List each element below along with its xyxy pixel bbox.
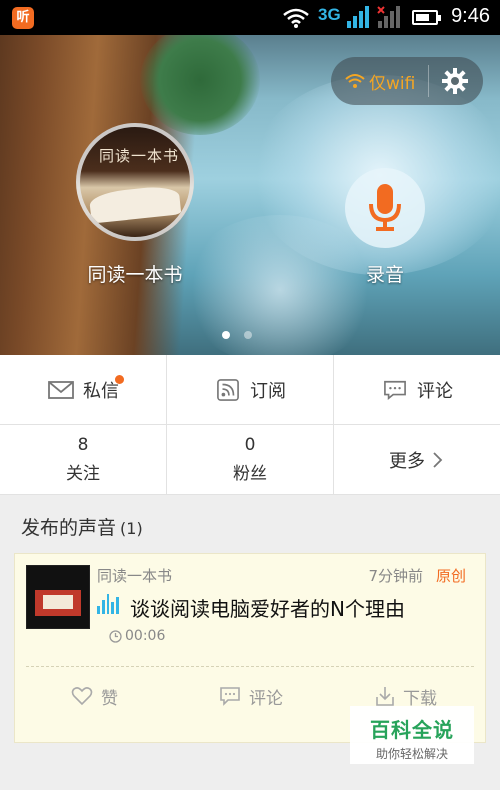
wifi-only-label: 仅wifi [369, 73, 416, 94]
section-count: (1) [120, 519, 143, 538]
watermark: 百科全说 助你轻松解决 [350, 706, 474, 764]
messages-label: 私信 [83, 380, 119, 402]
post-author[interactable]: 同读一本书 [97, 565, 172, 586]
unread-dot [115, 375, 124, 384]
avatar-image-text: 同读一本书 [98, 147, 179, 165]
page-dot [244, 331, 252, 339]
listen-app-icon: 听 [12, 7, 34, 29]
page-indicator [222, 331, 252, 339]
watermark-subtitle: 助你轻松解决 [375, 747, 448, 761]
thumbnail-graphic [35, 590, 81, 616]
comment-icon [220, 687, 240, 706]
background-foliage [140, 35, 260, 135]
like-label: 赞 [101, 688, 118, 709]
book-pages [88, 184, 182, 224]
fans-count: 0 [244, 435, 256, 455]
fans-label: 粉丝 [233, 464, 267, 484]
post-duration: 00:06 [109, 628, 165, 644]
more-label: 更多 [389, 450, 425, 472]
gear-icon[interactable] [441, 67, 469, 95]
comment-label: 评论 [249, 688, 283, 709]
profile-actions: 私信 订阅 评论 8 关注 0 粉丝 更多 [0, 355, 500, 495]
audio-wave-icon [97, 594, 119, 614]
subscribe-label: 订阅 [250, 380, 286, 402]
watermark-title: 百科全说 [370, 718, 454, 742]
wifi-signal-icon [283, 8, 309, 28]
signal-bars-icon [347, 6, 369, 28]
card-divider [26, 666, 474, 667]
clock: 9:46 [451, 5, 490, 27]
following-count: 8 [77, 435, 89, 455]
record-button[interactable] [345, 168, 425, 248]
profile-hero-banner: 仅wifi 同读一本书 同读一本书 录音 [0, 35, 500, 355]
action-row: 私信 订阅 评论 [0, 355, 500, 425]
comments-label: 评论 [417, 380, 453, 402]
download-label: 下载 [403, 688, 437, 709]
microphone-icon [369, 184, 401, 231]
wifi-icon [345, 74, 365, 88]
following-label: 关注 [66, 464, 100, 484]
battery-icon [412, 10, 441, 25]
clock-icon [109, 629, 122, 643]
no-signal-icon [377, 6, 400, 28]
chevron-right-icon [433, 451, 443, 468]
fans-stat[interactable]: 0 粉丝 [167, 425, 334, 494]
network-type: 3G [318, 5, 341, 24]
following-stat[interactable]: 8 关注 [0, 425, 167, 494]
status-bar: 听 3G 9:46 [0, 0, 500, 35]
comment-icon [384, 380, 406, 400]
record-label: 录音 [365, 264, 404, 286]
messages-button[interactable]: 私信 [0, 355, 167, 424]
wifi-only-toggle[interactable]: 仅wifi [345, 69, 416, 94]
heart-icon [71, 687, 93, 706]
envelope-icon [48, 380, 74, 399]
more-button[interactable]: 更多 [334, 425, 500, 494]
like-button[interactable]: 赞 [71, 681, 118, 711]
download-icon [376, 687, 394, 706]
post-time: 7分钟前 [368, 567, 423, 585]
page-dot-active [222, 331, 230, 339]
duration-text: 00:06 [125, 628, 166, 644]
comment-button[interactable]: 评论 [219, 681, 283, 711]
divider [428, 65, 429, 97]
username: 同读一本书 [87, 264, 183, 286]
post-title[interactable]: 谈谈阅读电脑爱好者的N个理由 [130, 593, 405, 622]
top-controls: 仅wifi [331, 57, 483, 105]
comments-button[interactable]: 评论 [334, 355, 500, 424]
section-title-text: 发布的声音 [21, 517, 117, 539]
avatar[interactable]: 同读一本书 [76, 123, 194, 241]
post-thumbnail[interactable] [26, 565, 90, 629]
original-badge: 原创 [435, 567, 466, 585]
subscribe-button[interactable]: 订阅 [167, 355, 334, 424]
rss-icon [217, 378, 239, 401]
section-title: 发布的声音 (1) [21, 513, 143, 540]
stats-row: 8 关注 0 粉丝 更多 [0, 425, 500, 495]
